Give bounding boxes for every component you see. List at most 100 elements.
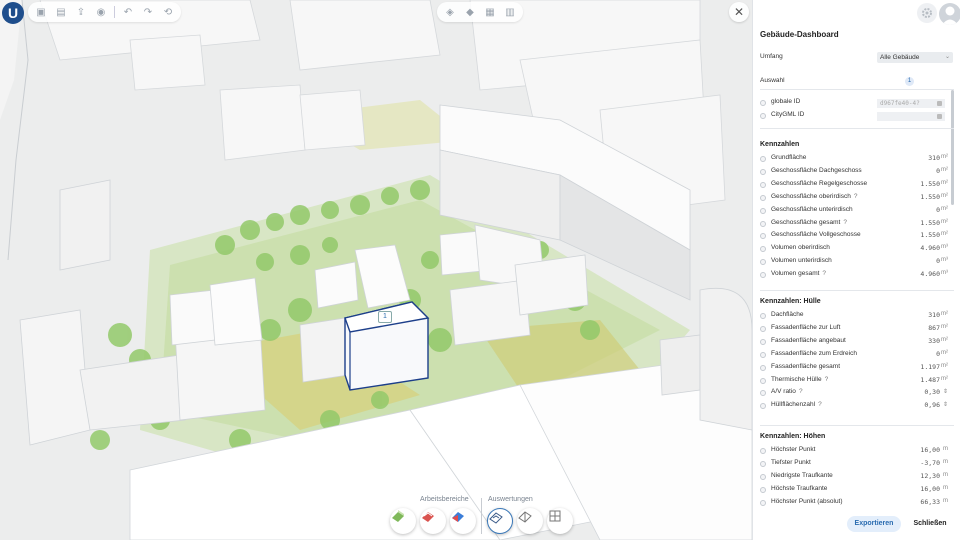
toggle-dot[interactable] <box>760 272 766 279</box>
gear-icon[interactable] <box>917 3 937 23</box>
grid-building-icon <box>549 510 561 522</box>
workspace-analysis-button[interactable] <box>450 508 476 534</box>
metric-label-text: Dachfläche <box>771 311 804 318</box>
close-button[interactable]: Schließen <box>907 516 953 532</box>
grid-icon[interactable]: ▥ <box>503 5 517 19</box>
toggle-dot[interactable] <box>760 156 766 162</box>
close-icon[interactable]: ✕ <box>729 2 749 22</box>
metric-value: 16,00 <box>920 446 940 454</box>
evaluation-grid-button[interactable] <box>547 508 573 534</box>
metric-row: Höchster Punkt (absolut) 66,33 m <box>760 497 950 509</box>
metric-value: 1.487 <box>920 375 940 384</box>
building-multicolor-icon <box>452 512 464 522</box>
metric-unit: m² <box>941 311 948 317</box>
toggle-dot[interactable] <box>760 377 766 384</box>
toggle-dot[interactable] <box>760 460 766 467</box>
metric-label: Niedrigste Traufkante <box>771 472 833 479</box>
chevron-down-icon: ⌄ <box>944 54 950 60</box>
metric-value: 0 <box>936 166 940 175</box>
metric-label-text: Thermische Hülle <box>771 375 822 383</box>
metric-label: Volumen unterirdisch <box>771 257 832 264</box>
metric-label: Thermische Hülle? <box>771 376 828 383</box>
metric-label-text: Tiefster Punkt <box>771 458 811 466</box>
metric-label: Volumen gesamt? <box>771 270 826 277</box>
toggle-dot[interactable] <box>760 233 766 240</box>
toggle-dot[interactable] <box>760 181 766 188</box>
evaluation-dashboard-button[interactable] <box>487 508 513 534</box>
save-as-icon[interactable]: ▤ <box>54 5 68 19</box>
metric-label: Höchster Punkt (absolut) <box>771 498 843 505</box>
floppy-icon[interactable]: ▣ <box>34 5 48 19</box>
toggle-dot[interactable] <box>760 473 766 480</box>
toggle-dot[interactable] <box>760 486 766 493</box>
3d-city-viewport[interactable]: U ▣ ▤ ⇪ ◉ ↶ ↷ ⟲ ◈ ◆ ▦ ▥ ✕ 1 Arbeitsberei… <box>0 0 752 540</box>
metric-unit: m² <box>941 336 948 343</box>
panel-scrollbar[interactable] <box>951 90 954 205</box>
metric-label: Geschossfläche oberirdisch? <box>771 193 857 200</box>
cube-icon[interactable]: ◆ <box>463 5 477 19</box>
metric-unit: m² <box>941 323 948 330</box>
toggle-dot[interactable] <box>760 448 766 454</box>
toggle-dot[interactable] <box>760 207 766 214</box>
metric-label: Fassadenfläche zum Erdreich <box>771 350 857 357</box>
toggle-dot[interactable] <box>760 351 766 358</box>
dashboard-icon <box>489 512 503 524</box>
arbeitsbereiche-label: Arbeitsbereiche <box>420 496 469 503</box>
metric-value: 1.550 <box>920 218 940 227</box>
id-value-field[interactable] <box>877 112 945 121</box>
toggle-dot[interactable] <box>760 499 766 506</box>
toggle-dot[interactable] <box>760 364 766 371</box>
toggle-dot[interactable] <box>760 403 766 410</box>
help-icon[interactable]: ? <box>854 193 858 200</box>
upload-icon[interactable]: ⇪ <box>74 5 88 19</box>
metric-row: Fassadenfläche gesamt 1.197 m² <box>760 362 950 374</box>
toggle-dot[interactable] <box>760 246 766 253</box>
shadow-icon <box>518 511 532 523</box>
metric-unit: m³ <box>941 270 948 277</box>
help-icon[interactable]: ? <box>799 388 803 395</box>
export-button[interactable]: Exportieren <box>847 516 901 532</box>
stepper-icon[interactable]: ⇕ <box>943 388 948 395</box>
camera-icon[interactable]: ◉ <box>94 5 108 19</box>
toggle-dot[interactable] <box>760 194 766 201</box>
workspace-design-button[interactable] <box>420 508 446 534</box>
workspace-building-button[interactable] <box>390 508 416 534</box>
redo-icon[interactable]: ↷ <box>141 5 155 19</box>
layers-icon[interactable]: ◈ <box>443 5 457 19</box>
auswahl-count-badge: 1 <box>905 77 914 86</box>
lock-icon <box>937 114 942 119</box>
help-icon[interactable]: ? <box>822 270 826 277</box>
toggle-dot[interactable] <box>760 259 766 266</box>
divider <box>760 128 954 129</box>
app-logo[interactable]: U <box>2 2 24 24</box>
metric-value: 0 <box>936 349 940 358</box>
metric-unit: m² <box>941 154 948 160</box>
toggle-dot[interactable] <box>760 168 766 175</box>
metric-row: Volumen gesamt? 4.960 m³ <box>760 269 950 281</box>
toggle-dot[interactable] <box>760 100 766 106</box>
metric-unit: m² <box>941 179 948 186</box>
metric-unit: m² <box>941 231 948 238</box>
metric-label: Dachfläche <box>771 311 804 318</box>
toggle-dot[interactable] <box>760 220 766 227</box>
toggle-dot[interactable] <box>760 313 766 319</box>
metric-value: 330 <box>928 336 940 345</box>
help-icon[interactable]: ? <box>825 376 829 383</box>
id-value-field[interactable]: d967fe40-4? <box>877 99 945 108</box>
history-icon[interactable]: ⟲ <box>161 5 175 19</box>
stepper-icon[interactable]: ⇕ <box>943 401 948 408</box>
evaluation-shadow-button[interactable] <box>517 508 543 534</box>
metric-unit: m³ <box>941 257 948 264</box>
building-green-icon <box>392 510 404 522</box>
help-icon[interactable]: ? <box>843 219 847 226</box>
help-icon[interactable]: ? <box>818 401 822 408</box>
toggle-dot[interactable] <box>760 338 766 345</box>
camera-view-icon[interactable]: ▦ <box>483 5 497 19</box>
umfang-select[interactable]: Alle Gebäude ⌄ <box>877 52 953 63</box>
toggle-dot[interactable] <box>760 325 766 332</box>
toggle-dot[interactable] <box>760 113 766 119</box>
metric-label-text: Höchster Punkt (absolut) <box>771 497 843 505</box>
avatar[interactable] <box>939 3 960 25</box>
undo-icon[interactable]: ↶ <box>121 5 135 19</box>
toggle-dot[interactable] <box>760 390 766 397</box>
